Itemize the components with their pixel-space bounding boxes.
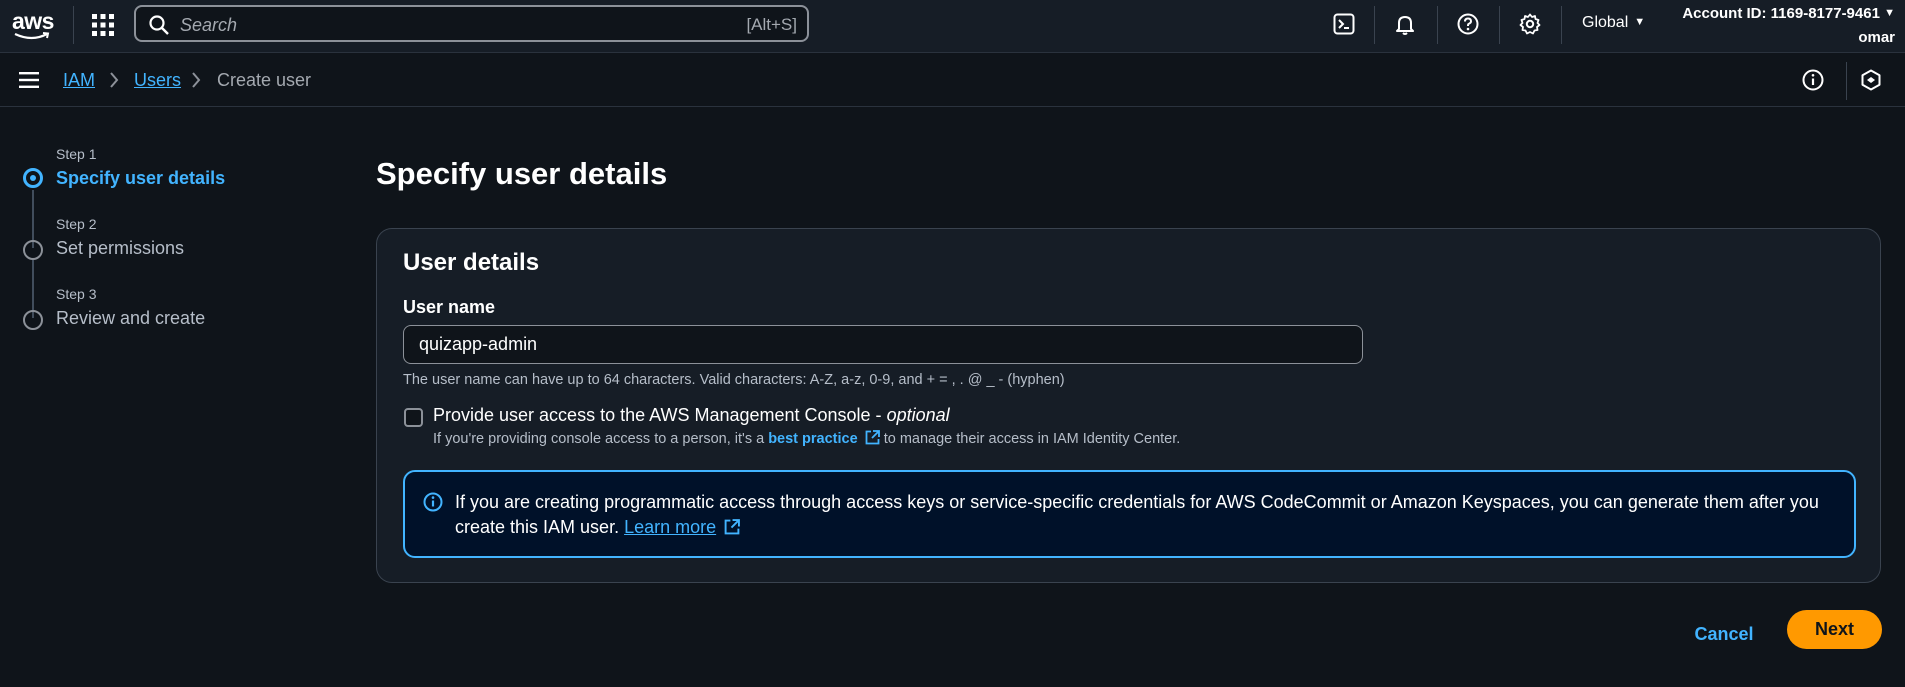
menu-hamburger-icon[interactable] — [19, 71, 39, 94]
info-icon — [423, 492, 443, 512]
help-icon[interactable] — [1454, 10, 1482, 38]
chevron-right-icon — [110, 72, 119, 88]
settings-gear-icon[interactable] — [1516, 10, 1544, 38]
divider — [1846, 62, 1847, 100]
page-title: Specify user details — [376, 156, 668, 191]
services-grid-icon[interactable] — [91, 13, 115, 37]
notifications-bell-icon[interactable] — [1391, 10, 1419, 38]
next-button[interactable]: Next — [1787, 610, 1882, 649]
console-access-description: If you're providing console access to a … — [433, 430, 1180, 447]
breadcrumb-create-user: Create user — [217, 70, 312, 90]
cloudshell-icon[interactable] — [1330, 10, 1358, 38]
search-shortcut: [Alt+S] — [746, 15, 797, 34]
aws-logo-text: aws — [12, 8, 54, 34]
username-input[interactable]: quizapp-admin — [403, 325, 1363, 364]
external-link-icon[interactable] — [865, 430, 880, 445]
user-details-panel: User details User name quizapp-admin The… — [376, 228, 1881, 583]
region-label: Global — [1582, 14, 1629, 31]
info-panel-icon[interactable] — [1800, 67, 1826, 93]
caret-down-icon: ▼ — [1634, 16, 1646, 28]
search-input[interactable]: Search [Alt+S] — [134, 5, 809, 42]
step-2-label: Set permissions — [56, 238, 185, 258]
best-practice-link[interactable]: best practice — [768, 431, 857, 447]
aws-smile-icon — [14, 32, 50, 40]
aws-logo[interactable]: aws — [12, 8, 54, 44]
divider — [1561, 6, 1562, 44]
breadcrumb-iam[interactable]: IAM — [63, 70, 95, 91]
divider — [73, 6, 74, 44]
step-3-indicator-icon — [23, 310, 43, 330]
console-access-label-text: Provide user access to the AWS Managemen… — [433, 405, 887, 425]
optional-tag: optional — [886, 405, 950, 425]
step-1-indicator-icon — [23, 168, 43, 188]
breadcrumb-users[interactable]: Users — [134, 70, 181, 91]
username-label: User name — [403, 297, 496, 317]
step-2-number: Step 2 — [56, 216, 97, 232]
step-3-number: Step 3 — [56, 286, 97, 302]
divider — [1499, 6, 1500, 44]
info-alert-text: If you are creating programmatic access … — [455, 490, 1835, 540]
account-username: omar — [1858, 29, 1895, 46]
breadcrumb-bar: IAM Users Create user — [0, 54, 1905, 107]
info-alert: If you are creating programmatic access … — [403, 470, 1856, 558]
search-placeholder: Search — [180, 15, 238, 35]
top-navigation: aws Search [Alt+S] Global ▼ Account ID: … — [0, 0, 1905, 53]
step-1-label[interactable]: Specify user details — [56, 168, 225, 189]
username-constraint-text: The user name can have up to 64 characte… — [403, 372, 1065, 388]
step-1-number: Step 1 — [56, 146, 97, 162]
learn-more-link[interactable]: Learn more — [624, 517, 716, 537]
external-link-icon[interactable] — [724, 519, 741, 535]
panel-title: User details — [403, 249, 540, 276]
account-menu[interactable]: Account ID: 1169-8177-9461 ▼ omar — [1682, 1, 1895, 50]
account-id: Account ID: 1169-8177-9461 — [1682, 5, 1880, 22]
step-2-indicator-icon — [23, 240, 43, 260]
search-icon — [149, 15, 169, 35]
caret-down-icon: ▼ — [1884, 7, 1895, 19]
chevron-right-icon — [192, 72, 201, 88]
step-3-label: Review and create — [56, 308, 206, 328]
assistant-icon[interactable] — [1858, 67, 1884, 93]
console-desc-pre: If you're providing console access to a … — [433, 431, 769, 447]
divider — [1437, 6, 1438, 44]
console-desc-post: to manage their access in IAM Identity C… — [879, 431, 1181, 447]
cancel-button[interactable]: Cancel — [1680, 616, 1768, 652]
region-selector[interactable]: Global ▼ — [1582, 14, 1645, 32]
console-access-checkbox[interactable] — [404, 408, 423, 427]
divider — [1374, 6, 1375, 44]
console-access-label[interactable]: Provide user access to the AWS Managemen… — [433, 405, 950, 426]
